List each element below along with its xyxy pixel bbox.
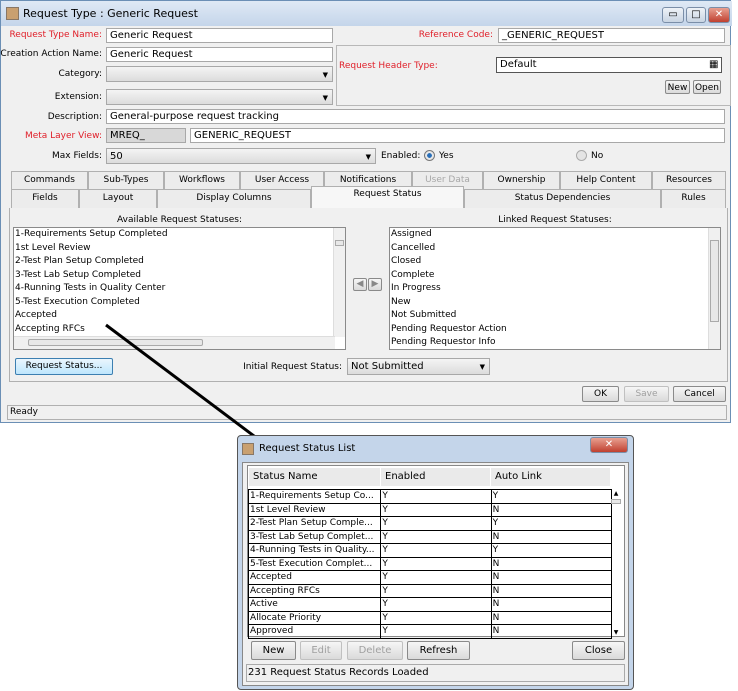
- cell-enabled: Y: [380, 529, 492, 544]
- cell-enabled: Y: [380, 502, 492, 517]
- cell-status-name: 5-Test Execution Complet...: [247, 556, 382, 571]
- cell-status-name: Approved: [247, 624, 382, 639]
- table-row[interactable]: 5-Test Execution Complet... Y N: [247, 556, 613, 571]
- delete-status-button[interactable]: Delete: [347, 641, 403, 660]
- cell-enabled: Y: [380, 489, 492, 504]
- scroll-thumb[interactable]: [611, 499, 621, 504]
- app-icon: [242, 443, 254, 455]
- status-table[interactable]: Status Name Enabled Auto Link 1-Requirem…: [247, 465, 625, 639]
- dialog-close-button[interactable]: Close: [572, 641, 625, 660]
- table-row[interactable]: Allocate Priority Y N: [247, 610, 613, 625]
- cell-auto-link: Y: [490, 516, 613, 531]
- new-status-button[interactable]: New: [251, 641, 296, 660]
- column-header-auto-link[interactable]: Auto Link: [491, 468, 611, 486]
- table-row[interactable]: Active Y N: [247, 597, 613, 612]
- cell-status-name: Allocate Priority: [247, 610, 382, 625]
- table-row[interactable]: Accepting RFCs Y N: [247, 583, 613, 598]
- table-row[interactable]: Approved Y N: [247, 624, 613, 639]
- table-row[interactable]: 4-Running Tests in Quality... Y Y: [247, 543, 613, 558]
- cell-auto-link: N: [490, 570, 613, 585]
- cell-status-name: 1-Requirements Setup Co...: [247, 489, 382, 504]
- cell-enabled: Y: [380, 570, 492, 585]
- table-row[interactable]: 1st Level Review Y N: [247, 502, 613, 517]
- cell-status-name: 2-Test Plan Setup Comple...: [247, 516, 382, 531]
- refresh-button[interactable]: Refresh: [407, 641, 470, 660]
- cell-status-name: Active: [247, 597, 382, 612]
- dialog-body: Status Name Enabled Auto Link 1-Requirem…: [242, 462, 629, 686]
- cell-enabled: Y: [380, 597, 492, 612]
- cell-status-name: 4-Running Tests in Quality...: [247, 543, 382, 558]
- cell-enabled: Y: [380, 543, 492, 558]
- column-header-status-name[interactable]: Status Name: [249, 468, 381, 486]
- cell-status-name: Accepted: [247, 570, 382, 585]
- cell-status-name: Accepting RFCs: [247, 583, 382, 598]
- dialog-close-x-button[interactable]: ✕: [590, 437, 628, 453]
- cell-status-name: 3-Test Lab Setup Complet...: [247, 529, 382, 544]
- cell-status-name: 1st Level Review: [247, 502, 382, 517]
- cell-auto-link: N: [490, 556, 613, 571]
- table-row[interactable]: 2-Test Plan Setup Comple... Y Y: [247, 516, 613, 531]
- cell-auto-link: N: [490, 529, 613, 544]
- cell-auto-link: Y: [490, 543, 613, 558]
- cell-auto-link: N: [490, 610, 613, 625]
- cell-enabled: Y: [380, 516, 492, 531]
- vertical-scrollbar[interactable]: ▲ ▼: [610, 490, 622, 636]
- request-status-list-dialog: Request Status List ✕ Status Name Enable…: [237, 435, 634, 690]
- column-header-enabled[interactable]: Enabled: [381, 468, 491, 486]
- dialog-status-bar: 231 Request Status Records Loaded: [246, 664, 625, 682]
- cell-enabled: Y: [380, 610, 492, 625]
- status-table-body: 1-Requirements Setup Co... Y Y 1st Level Re…: [247, 489, 613, 639]
- cell-auto-link: N: [490, 502, 613, 517]
- cell-auto-link: N: [490, 624, 613, 639]
- cell-enabled: Y: [380, 556, 492, 571]
- cell-auto-link: N: [490, 583, 613, 598]
- cell-enabled: Y: [380, 624, 492, 639]
- callout-arrow-line: [105, 323, 267, 447]
- cell-enabled: Y: [380, 583, 492, 598]
- table-row[interactable]: 3-Test Lab Setup Complet... Y N: [247, 529, 613, 544]
- edit-status-button[interactable]: Edit: [300, 641, 342, 660]
- table-row[interactable]: Accepted Y N: [247, 570, 613, 585]
- dialog-title: Request Status List: [259, 443, 356, 454]
- cell-auto-link: N: [490, 597, 613, 612]
- table-row[interactable]: 1-Requirements Setup Co... Y Y: [247, 489, 613, 504]
- cell-auto-link: Y: [490, 489, 613, 504]
